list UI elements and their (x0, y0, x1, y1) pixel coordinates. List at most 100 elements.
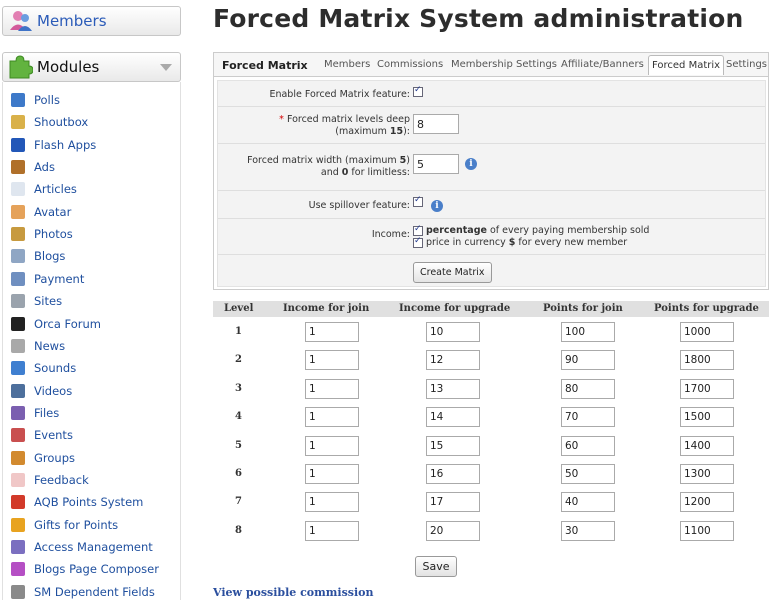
matrix-width-input[interactable] (413, 154, 459, 174)
points-upgrade-input[interactable] (680, 520, 734, 541)
sidebar-item[interactable]: Ads (11, 157, 55, 177)
points-join-input[interactable] (561, 435, 615, 456)
sidebar-item[interactable]: Photos (11, 224, 73, 244)
create-matrix-button[interactable]: Create Matrix (413, 262, 492, 283)
income-upgrade-input[interactable] (426, 464, 480, 484)
avatar-icon (11, 204, 25, 219)
members-header[interactable]: Members (2, 6, 181, 36)
sidebar-item[interactable]: SM Dependent Fields (11, 582, 155, 600)
points-join-input[interactable] (561, 350, 615, 371)
income-upgrade-input[interactable] (426, 322, 480, 342)
sidebar-item-label: Feedback (34, 472, 89, 487)
sidebar-item-label: Polls (34, 93, 60, 107)
points-join-input[interactable] (561, 322, 615, 342)
tab-membership-settings[interactable]: Membership Settings (451, 59, 557, 70)
points-join-input[interactable] (561, 407, 615, 428)
tab-members[interactable]: Members (324, 59, 370, 70)
sidebar-item[interactable]: Shoutbox (11, 112, 88, 132)
page-title: Forced Matrix System administration (213, 4, 744, 33)
sidebar-item[interactable]: Orca Forum (11, 314, 101, 334)
income-upgrade-input[interactable] (426, 378, 480, 399)
tab-settings[interactable]: Settings (726, 59, 767, 70)
points-join-input[interactable] (561, 464, 615, 484)
sidebar-item-label: Shoutbox (34, 115, 89, 130)
points-join-input[interactable] (561, 378, 615, 399)
required-marker: * (279, 114, 284, 125)
enable-checkbox[interactable] (413, 85, 423, 97)
sidebar-item[interactable]: Gifts for Points (11, 515, 118, 535)
level-number: 8 (235, 524, 242, 536)
tab-commissions[interactable]: Commissions (377, 59, 443, 70)
income-join-input[interactable] (305, 464, 359, 484)
income-upgrade-input[interactable] (426, 520, 480, 541)
sidebar-item[interactable]: Groups (11, 448, 75, 468)
col-level: Level (224, 303, 254, 314)
percentage-checkbox[interactable] (413, 224, 423, 236)
points-upgrade-input[interactable] (680, 378, 734, 399)
sidebar-item-label: Sites (34, 294, 63, 309)
sidebar-item[interactable]: Videos (11, 381, 72, 401)
sidebar-item[interactable]: Access Management (11, 537, 153, 557)
col-points-join: Points for join (543, 303, 623, 314)
levels-table-header: Level Income for join Income for upgrade… (213, 301, 769, 317)
members-title: Members (37, 12, 107, 30)
percentage-option-label: percentage of every paying membership so… (426, 225, 650, 236)
save-button[interactable]: Save (415, 556, 457, 577)
sidebar-item[interactable]: Flash Apps (11, 135, 96, 155)
income-upgrade-input[interactable] (426, 492, 480, 513)
income-join-input[interactable] (305, 492, 359, 513)
sidebar-item-label: Flash Apps (34, 137, 97, 152)
income-join-input[interactable] (305, 378, 359, 399)
modules-title: Modules (37, 58, 100, 76)
points-upgrade-input[interactable] (680, 435, 734, 456)
flash-apps-icon (11, 137, 25, 152)
income-join-input[interactable] (305, 350, 359, 371)
chevron-down-icon[interactable] (160, 64, 172, 71)
tab-forced-matrix[interactable]: Forced Matrix (648, 55, 725, 75)
sidebar-item[interactable]: Blogs (11, 246, 65, 266)
price-option-label: price in currency $ for every new member (426, 237, 628, 248)
income-join-input[interactable] (305, 435, 359, 456)
income-upgrade-input[interactable] (426, 350, 480, 371)
points-join-input[interactable] (561, 520, 615, 541)
income-join-input[interactable] (305, 520, 359, 541)
sidebar-item[interactable]: Events (11, 425, 73, 445)
sidebar-item[interactable]: AQB Points System (11, 492, 143, 512)
level-number: 2 (235, 354, 242, 366)
points-join-input[interactable] (561, 492, 615, 513)
spillover-checkbox[interactable] (413, 195, 423, 207)
view-commission-link[interactable]: View possible commission (213, 586, 374, 599)
sidebar-item[interactable]: Articles (11, 179, 77, 199)
points-upgrade-input[interactable] (680, 350, 734, 371)
gifts-icon (11, 517, 25, 532)
sidebar-item[interactable]: Feedback (11, 470, 89, 490)
sidebar-item[interactable]: Sounds (11, 358, 76, 378)
sidebar-item[interactable]: Avatar (11, 202, 71, 222)
sidebar-item[interactable]: Polls (11, 90, 60, 110)
income-upgrade-input[interactable] (426, 407, 480, 428)
puzzle-icon (9, 55, 33, 79)
points-upgrade-input[interactable] (680, 407, 734, 428)
price-checkbox[interactable] (413, 236, 423, 248)
points-upgrade-input[interactable] (680, 464, 734, 484)
level-number: 4 (235, 411, 242, 423)
income-join-input[interactable] (305, 407, 359, 428)
sidebar-item[interactable]: Payment (11, 269, 84, 289)
levels-deep-input[interactable] (413, 114, 459, 134)
points-upgrade-input[interactable] (680, 492, 734, 513)
tab-affiliate-banners[interactable]: Affiliate/Banners (561, 59, 644, 70)
sidebar-item-label: Blogs (34, 249, 66, 264)
sidebar-item[interactable]: Sites (11, 291, 62, 311)
sidebar-item[interactable]: News (11, 336, 65, 356)
modules-header[interactable]: Modules (2, 52, 181, 82)
level-number: 3 (235, 382, 242, 394)
income-upgrade-input[interactable] (426, 435, 480, 456)
income-join-input[interactable] (305, 322, 359, 342)
sidebar-item-label: Videos (34, 383, 73, 398)
points-upgrade-input[interactable] (680, 322, 734, 342)
sidebar-item[interactable]: Blogs Page Composer (11, 559, 159, 579)
info-icon[interactable]: i (431, 200, 443, 212)
sidebar-item[interactable]: Files (11, 403, 59, 423)
info-icon[interactable]: i (465, 158, 477, 170)
sidebar-item-label: Orca Forum (34, 316, 102, 331)
